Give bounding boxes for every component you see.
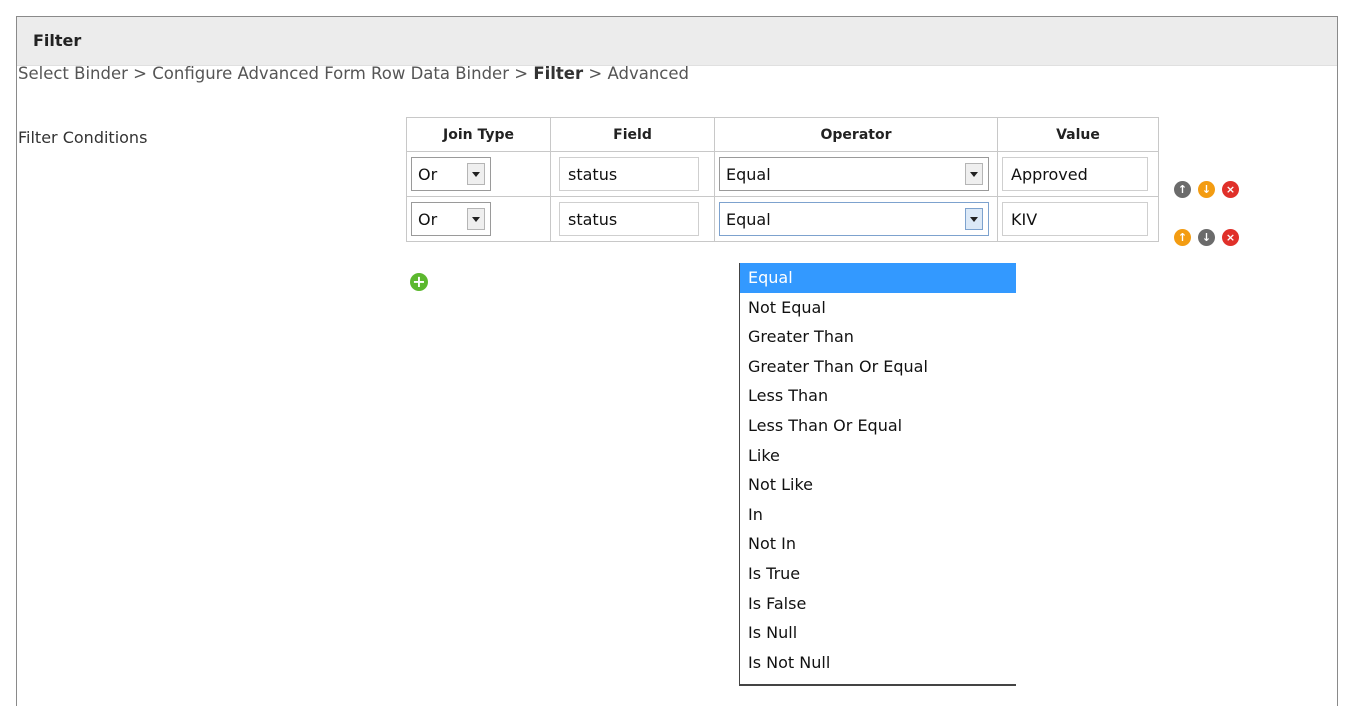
field-input[interactable]: status — [559, 157, 699, 191]
operator-cell: Equal — [714, 151, 998, 197]
dropdown-option[interactable]: Is False — [740, 589, 1016, 619]
dropdown-option[interactable]: Not In — [740, 529, 1016, 559]
dropdown-option[interactable]: Not Equal — [740, 293, 1016, 323]
breadcrumb-separator: > — [133, 64, 147, 83]
operator-select[interactable]: Equal — [719, 202, 989, 236]
join-type-value: Or — [418, 209, 438, 229]
header-field: Field — [550, 117, 715, 152]
field-cell: status — [550, 196, 715, 242]
arrow-down-icon[interactable]: ↓ — [1198, 229, 1215, 246]
panel-title: Filter — [33, 31, 82, 50]
join-type-value: Or — [418, 164, 438, 184]
dropdown-option[interactable]: Not Like — [740, 470, 1016, 500]
breadcrumb-select-binder[interactable]: Select Binder — [18, 64, 128, 83]
operator-value: Equal — [726, 164, 771, 184]
value-input[interactable]: KIV — [1002, 202, 1148, 236]
dropdown-option[interactable]: Less Than Or Equal — [740, 411, 1016, 441]
join-type-cell: Or — [406, 151, 551, 197]
arrow-up-icon[interactable]: ↑ — [1174, 229, 1191, 246]
dropdown-option[interactable]: Like — [740, 441, 1016, 471]
value-cell: Approved — [997, 151, 1159, 197]
arrow-down-icon[interactable]: ↓ — [1198, 181, 1215, 198]
breadcrumb-configure-binder[interactable]: Configure Advanced Form Row Data Binder — [152, 64, 509, 83]
dropdown-option[interactable]: Equal — [740, 263, 1016, 293]
dropdown-option[interactable]: In — [740, 500, 1016, 530]
delete-icon[interactable]: × — [1222, 181, 1239, 198]
field-input[interactable]: status — [559, 202, 699, 236]
join-type-select[interactable]: Or — [411, 157, 491, 191]
header-value: Value — [997, 117, 1159, 152]
chevron-down-icon[interactable] — [467, 208, 485, 230]
dropdown-option[interactable]: Is Not Null — [740, 648, 1016, 678]
table-header-row: Join Type Field Operator Value — [406, 117, 1159, 152]
field-cell: status — [550, 151, 715, 197]
operator-cell: Equal — [714, 196, 998, 242]
dropdown-option[interactable]: Greater Than Or Equal — [740, 352, 1016, 382]
header-operator: Operator — [714, 117, 998, 152]
dropdown-option[interactable]: Greater Than — [740, 322, 1016, 352]
row-actions: ↑ ↓ × — [1174, 229, 1239, 246]
breadcrumb-advanced[interactable]: Advanced — [607, 64, 689, 83]
join-type-cell: Or — [406, 196, 551, 242]
breadcrumb: Select Binder > Configure Advanced Form … — [18, 64, 689, 83]
table-row: Or status Equal KIV — [406, 196, 1159, 242]
join-type-select[interactable]: Or — [411, 202, 491, 236]
operator-value: Equal — [726, 209, 771, 229]
filter-conditions-label: Filter Conditions — [18, 128, 148, 147]
chevron-down-icon[interactable] — [965, 163, 983, 185]
breadcrumb-separator: > — [514, 64, 529, 83]
header-join-type: Join Type — [406, 117, 551, 152]
dropdown-option[interactable]: Is True — [740, 559, 1016, 589]
filter-conditions-table: Join Type Field Operator Value Or status… — [406, 117, 1159, 242]
chevron-down-icon[interactable] — [965, 208, 983, 230]
chevron-down-icon[interactable] — [467, 163, 485, 185]
arrow-up-icon[interactable]: ↑ — [1174, 181, 1191, 198]
operator-dropdown-list: Equal Not Equal Greater Than Greater Tha… — [739, 263, 1016, 686]
breadcrumb-separator: > — [588, 64, 603, 83]
operator-select[interactable]: Equal — [719, 157, 989, 191]
breadcrumb-filter: Filter — [533, 64, 584, 83]
dropdown-option[interactable]: Is Null — [740, 618, 1016, 648]
value-input[interactable]: Approved — [1002, 157, 1148, 191]
add-icon[interactable]: + — [410, 273, 428, 291]
panel-header: Filter — [17, 17, 1337, 66]
value-cell: KIV — [997, 196, 1159, 242]
table-row: Or status Equal Approved — [406, 151, 1159, 197]
row-actions: ↑ ↓ × — [1174, 181, 1239, 198]
delete-icon[interactable]: × — [1222, 229, 1239, 246]
dropdown-option[interactable]: Less Than — [740, 381, 1016, 411]
